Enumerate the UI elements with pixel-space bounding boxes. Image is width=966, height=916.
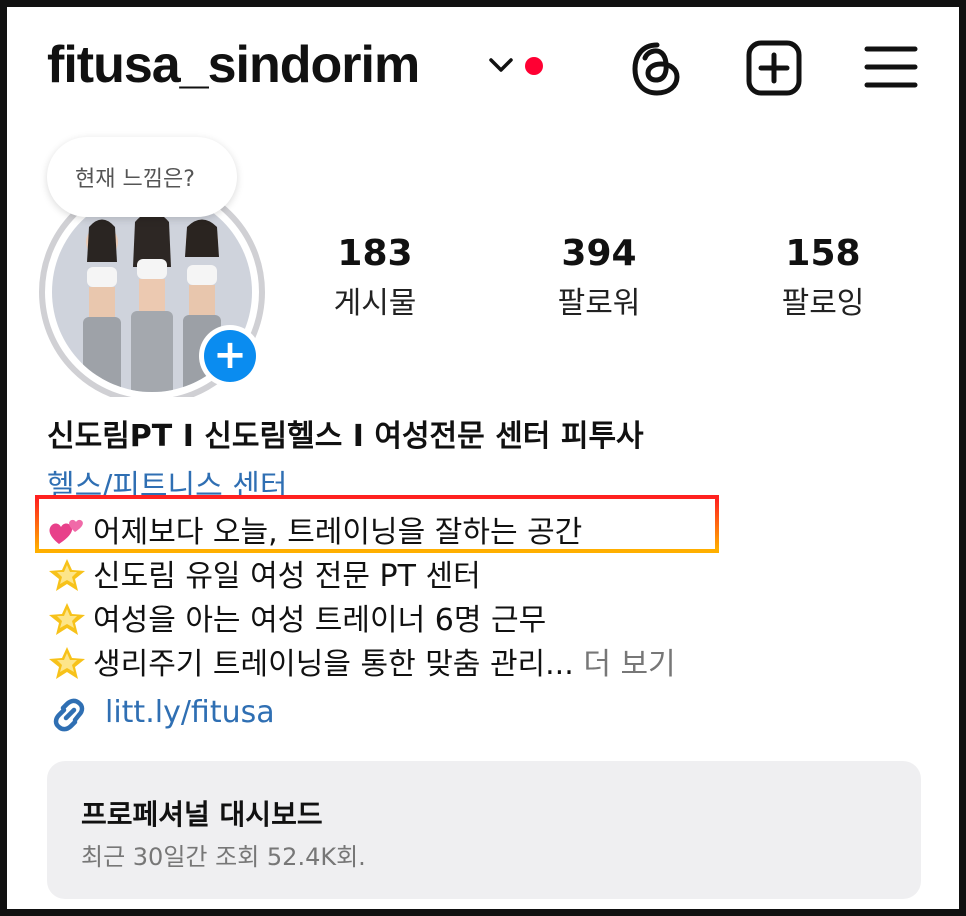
menu-icon[interactable] [863,39,919,95]
plus-icon: + [204,330,256,382]
stat-label: 팔로잉 [781,286,865,321]
stat-followers[interactable]: 394 팔로워 [509,233,689,322]
profile-name: 신도림PT I 신도림헬스 I 여성전문 센터 피투사 [47,419,644,454]
notification-dot [525,57,543,75]
stat-value: 158 [785,233,861,274]
bio-text: 생리주기 트레이닝을 통한 맞춤 관리... [93,647,574,682]
link-text: litt.ly/fitusa [105,695,275,730]
profile-header: fitusa_sindorim [7,7,959,137]
stat-label: 팔로워 [557,286,641,321]
glowing-star-icon [49,559,85,591]
glowing-star-icon [49,647,85,679]
stat-value: 394 [561,233,637,274]
chevron-down-icon[interactable] [487,55,515,75]
threads-icon[interactable] [627,39,687,99]
glowing-star-icon [49,603,85,635]
bio-line: 생리주기 트레이닝을 통한 맞춤 관리... 더 보기 [47,639,676,683]
bio-line: 여성을 아는 여성 트레이너 6명 근무 [47,595,546,639]
username[interactable]: fitusa_sindorim [47,35,420,95]
dashboard-title: 프로페셔널 대시보드 [81,798,323,831]
professional-dashboard[interactable]: 프로페셔널 대시보드 최근 30일간 조회 52.4K회. [47,761,921,899]
more-link[interactable]: 더 보기 [583,647,675,682]
bio-text: 여성을 아는 여성 트레이너 6명 근무 [93,603,547,638]
stat-following[interactable]: 158 팔로잉 [733,233,913,322]
bio-line: 신도림 유일 여성 전문 PT 센터 [47,551,481,595]
highlight-annotation [35,495,719,553]
link-icon [53,698,85,732]
note-bubble[interactable]: 현재 느낌은? [47,137,237,217]
stat-label: 게시물 [333,286,417,321]
add-story-button[interactable]: + [199,325,261,387]
stat-value: 183 [337,233,413,274]
add-post-icon[interactable] [745,39,803,97]
bio-text: 신도림 유일 여성 전문 PT 센터 [93,559,481,594]
stat-posts[interactable]: 183 게시물 [285,233,465,322]
dashboard-subtitle: 최근 30일간 조회 52.4K회. [81,843,366,871]
note-text: 현재 느낌은? [75,167,195,192]
